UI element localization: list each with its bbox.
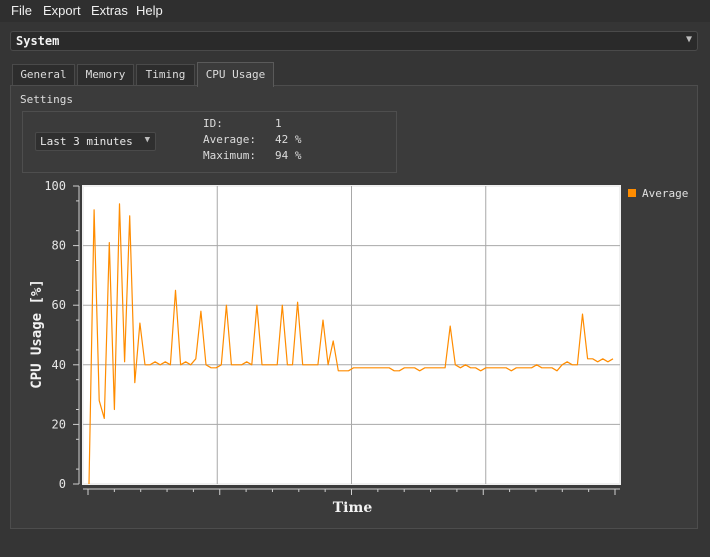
legend-swatch-average <box>628 189 636 197</box>
legend-label-average: Average <box>642 187 689 200</box>
y-axis-title: CPU Usage [%] <box>29 279 45 389</box>
cpu-usage-chart: 0 20 40 60 80 100 Time CPU Usage [%] <box>29 179 621 516</box>
y-tick-label: 100 <box>44 179 66 193</box>
y-tick-label: 40 <box>52 358 66 372</box>
y-tick-label: 60 <box>52 298 66 312</box>
y-tick-label: 0 <box>59 477 66 491</box>
y-tick-label: 80 <box>52 239 66 253</box>
x-axis-title: Time <box>333 500 373 516</box>
y-tick-label: 20 <box>52 417 66 431</box>
